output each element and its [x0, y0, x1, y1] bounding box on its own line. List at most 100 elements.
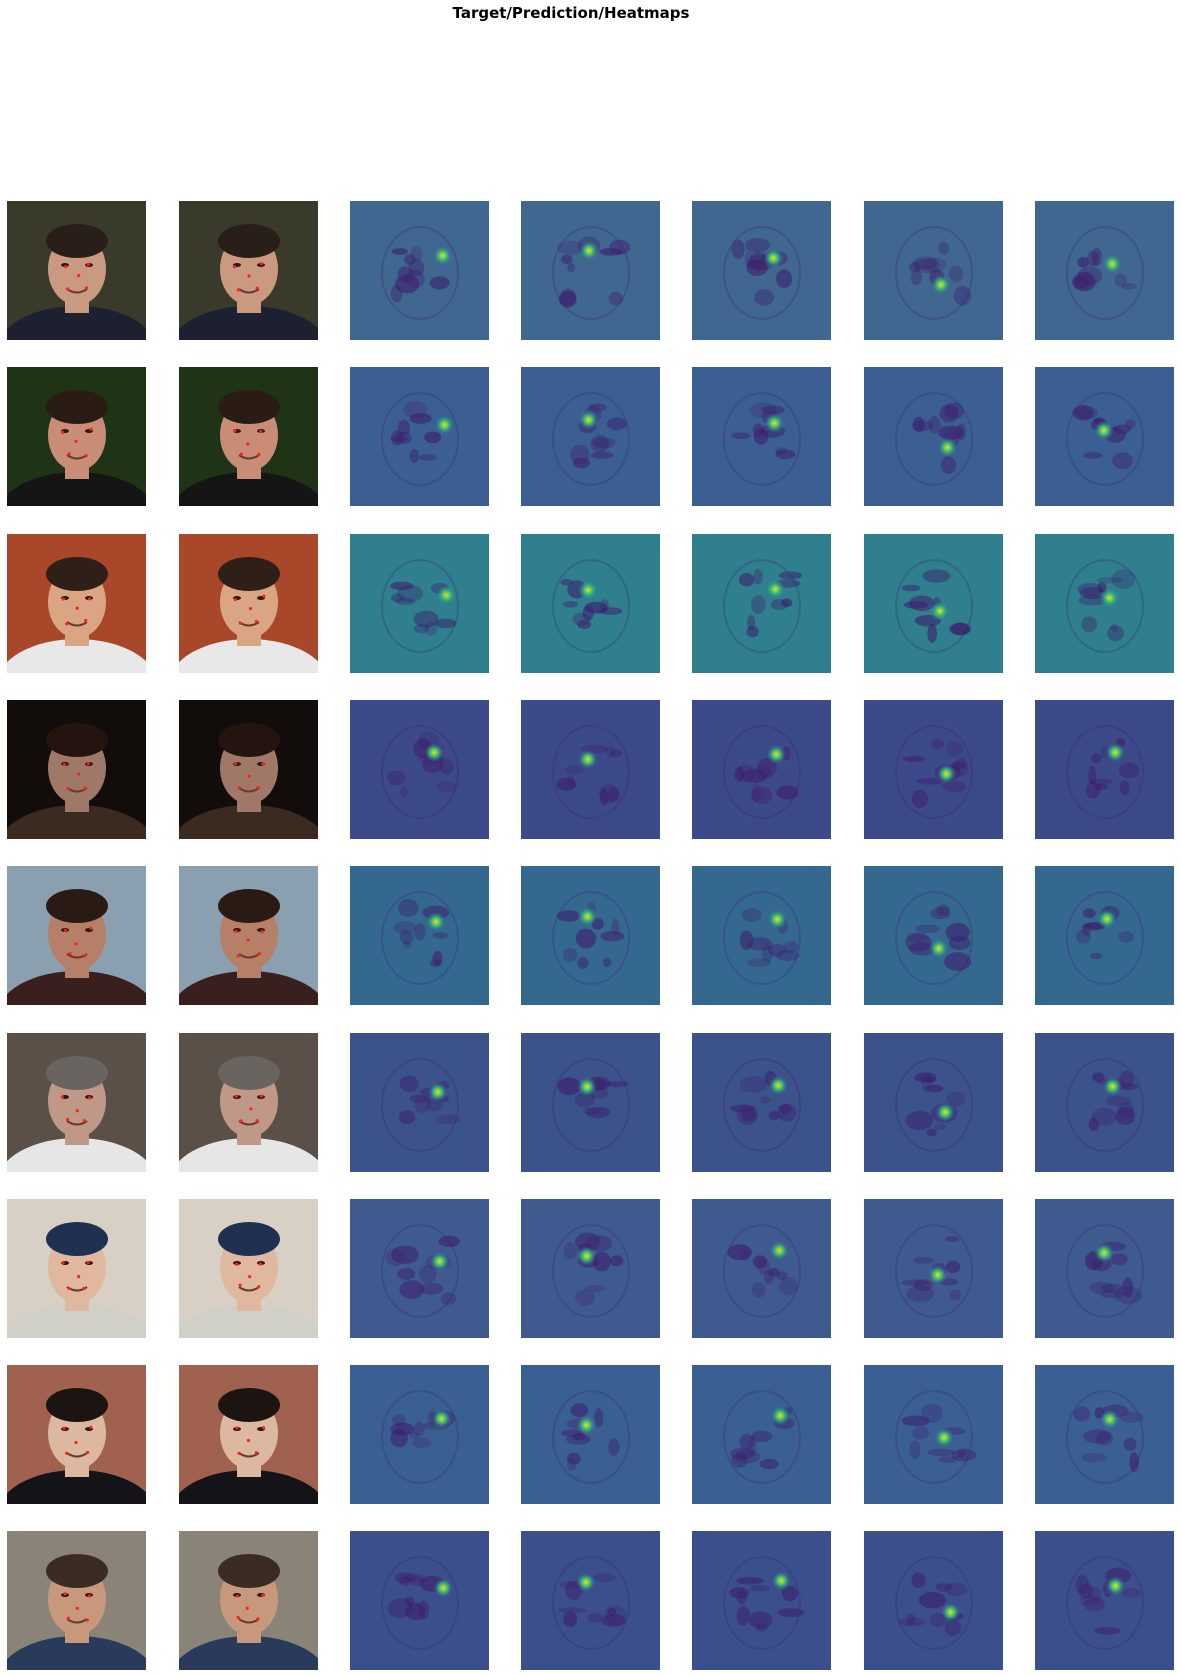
heatmap-1-graphic	[350, 201, 489, 340]
heatmap-2-graphic	[521, 866, 660, 1005]
target-image-graphic	[7, 1033, 146, 1172]
heatmap-5	[1035, 866, 1174, 1005]
heatmap-1	[350, 1531, 489, 1670]
heatmap-3	[692, 1199, 831, 1338]
heatmap-3	[692, 534, 831, 673]
heatmap-3-graphic	[692, 700, 831, 839]
heatmap-4	[864, 534, 1003, 673]
heatmap-3	[692, 1365, 831, 1504]
prediction-image-graphic	[179, 1033, 318, 1172]
heatmap-4-graphic	[864, 1033, 1003, 1172]
prediction-image-graphic	[179, 1531, 318, 1670]
target-image	[7, 1199, 146, 1338]
prediction-image	[179, 534, 318, 673]
heatmap-5	[1035, 534, 1174, 673]
heatmap-2-graphic	[521, 534, 660, 673]
target-image-graphic	[7, 367, 146, 506]
heatmap-4-graphic	[864, 866, 1003, 1005]
heatmap-1	[350, 367, 489, 506]
target-image-graphic	[7, 700, 146, 839]
heatmap-4-graphic	[864, 1199, 1003, 1338]
heatmap-5-graphic	[1035, 1199, 1174, 1338]
prediction-image	[179, 201, 318, 340]
heatmap-5-graphic	[1035, 1531, 1174, 1670]
heatmap-5	[1035, 201, 1174, 340]
heatmap-3-graphic	[692, 1531, 831, 1670]
heatmap-1	[350, 201, 489, 340]
heatmap-2	[521, 1199, 660, 1338]
heatmap-5-graphic	[1035, 866, 1174, 1005]
heatmap-1	[350, 1199, 489, 1338]
prediction-image-graphic	[179, 201, 318, 340]
heatmap-4	[864, 1365, 1003, 1504]
heatmap-2	[521, 1365, 660, 1504]
heatmap-3-graphic	[692, 534, 831, 673]
heatmap-2	[521, 700, 660, 839]
prediction-image	[179, 367, 318, 506]
heatmap-5	[1035, 1199, 1174, 1338]
heatmap-3-graphic	[692, 1033, 831, 1172]
heatmap-3-graphic	[692, 866, 831, 1005]
heatmap-3-graphic	[692, 1365, 831, 1504]
heatmap-4-graphic	[864, 700, 1003, 839]
heatmap-1	[350, 534, 489, 673]
target-image	[7, 1365, 146, 1504]
heatmap-4	[864, 700, 1003, 839]
heatmap-2-graphic	[521, 1033, 660, 1172]
heatmap-3	[692, 367, 831, 506]
heatmap-2	[521, 1033, 660, 1172]
heatmap-1	[350, 1033, 489, 1172]
prediction-image	[179, 1033, 318, 1172]
target-image-graphic	[7, 866, 146, 1005]
heatmap-1-graphic	[350, 866, 489, 1005]
heatmap-2	[521, 201, 660, 340]
heatmap-4-graphic	[864, 201, 1003, 340]
target-image-graphic	[7, 534, 146, 673]
heatmap-1-graphic	[350, 1033, 489, 1172]
prediction-image	[179, 1531, 318, 1670]
prediction-image-graphic	[179, 1199, 318, 1338]
heatmap-5	[1035, 700, 1174, 839]
target-image	[7, 201, 146, 340]
heatmap-1	[350, 700, 489, 839]
heatmap-1-graphic	[350, 534, 489, 673]
heatmap-1	[350, 1365, 489, 1504]
target-image-graphic	[7, 1199, 146, 1338]
heatmap-4	[864, 367, 1003, 506]
target-image	[7, 866, 146, 1005]
heatmap-5-graphic	[1035, 1033, 1174, 1172]
heatmap-2-graphic	[521, 367, 660, 506]
target-image	[7, 700, 146, 839]
heatmap-3-graphic	[692, 201, 831, 340]
prediction-image-graphic	[179, 1365, 318, 1504]
heatmap-5-graphic	[1035, 1365, 1174, 1504]
heatmap-5	[1035, 1033, 1174, 1172]
heatmap-5	[1035, 367, 1174, 506]
prediction-image	[179, 700, 318, 839]
prediction-image	[179, 866, 318, 1005]
heatmap-5-graphic	[1035, 700, 1174, 839]
heatmap-1-graphic	[350, 367, 489, 506]
prediction-image-graphic	[179, 367, 318, 506]
target-image-graphic	[7, 1531, 146, 1670]
target-image-graphic	[7, 201, 146, 340]
target-image	[7, 1531, 146, 1670]
prediction-image	[179, 1365, 318, 1504]
heatmap-4	[864, 1033, 1003, 1172]
heatmap-3	[692, 1531, 831, 1670]
heatmap-5	[1035, 1531, 1174, 1670]
heatmap-2	[521, 367, 660, 506]
figure-grid	[0, 0, 1181, 1676]
heatmap-5-graphic	[1035, 201, 1174, 340]
heatmap-5	[1035, 1365, 1174, 1504]
heatmap-4	[864, 1531, 1003, 1670]
heatmap-2-graphic	[521, 1199, 660, 1338]
heatmap-1-graphic	[350, 1531, 489, 1670]
prediction-image-graphic	[179, 700, 318, 839]
heatmap-2	[521, 534, 660, 673]
heatmap-1	[350, 866, 489, 1005]
heatmap-3-graphic	[692, 367, 831, 506]
heatmap-2-graphic	[521, 201, 660, 340]
heatmap-1-graphic	[350, 1199, 489, 1338]
heatmap-5-graphic	[1035, 367, 1174, 506]
